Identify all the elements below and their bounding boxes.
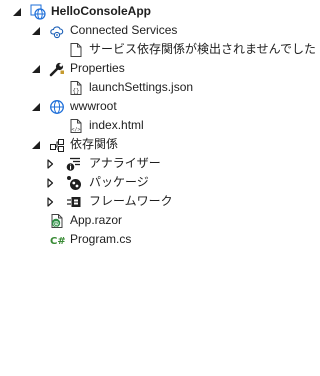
tree-item-properties[interactable]: Properties [0, 59, 303, 78]
svg-text:i: i [69, 165, 71, 172]
json-file-icon: {} [70, 81, 82, 95]
analyzer-icon: i [66, 157, 80, 172]
tree-item-dependencies[interactable]: 依存関係 [0, 135, 303, 154]
packages-label: パッケージ [89, 175, 149, 189]
properties-label: Properties [70, 61, 125, 75]
index-html-label: index.html [89, 118, 144, 132]
connected-services-icon [50, 26, 64, 39]
analyzers-label: アナライザー [89, 156, 161, 170]
tree-item-analyzers[interactable]: i アナライザー [0, 154, 303, 173]
chevron-collapsed-icon[interactable] [45, 197, 55, 207]
document-icon [70, 43, 82, 57]
frameworks-label: フレームワーク [89, 194, 173, 208]
svg-text:@: @ [53, 220, 59, 227]
tree-item-app-razor[interactable]: @ App.razor [0, 211, 303, 230]
package-icon [67, 176, 81, 190]
csharp-file-icon: C# [50, 236, 65, 247]
tree-item-project[interactable]: HelloConsoleApp [0, 2, 303, 21]
tree-item-program-cs[interactable]: C# Program.cs [0, 230, 303, 249]
chevron-expanded-icon[interactable] [31, 140, 41, 150]
no-service-dependencies-label: サービス依存関係が検出されませんでした [89, 42, 317, 56]
project-globe-icon [30, 4, 46, 20]
chevron-collapsed-icon[interactable] [45, 159, 55, 169]
dependencies-icon [50, 139, 64, 152]
tree-item-index-html[interactable]: </> index.html [0, 116, 303, 135]
tree-item-frameworks[interactable]: フレームワーク [0, 192, 303, 211]
razor-file-icon: @ [51, 214, 63, 228]
wrench-icon [49, 62, 64, 77]
svg-text:</>: </> [71, 127, 80, 133]
dependencies-label: 依存関係 [70, 137, 119, 151]
app-razor-label: App.razor [70, 213, 123, 227]
svg-text:C#: C# [50, 236, 65, 247]
chevron-expanded-icon[interactable] [12, 7, 22, 17]
chevron-collapsed-icon[interactable] [45, 178, 55, 188]
tree-item-wwwroot[interactable]: wwwroot [0, 97, 303, 116]
chevron-expanded-icon[interactable] [31, 26, 41, 36]
tree-item-launch-settings[interactable]: {} launchSettings.json [0, 78, 303, 97]
project-label: HelloConsoleApp [51, 4, 152, 18]
program-cs-label: Program.cs [70, 232, 132, 246]
framework-icon [67, 197, 81, 207]
tree-item-connected-services[interactable]: Connected Services [0, 21, 303, 40]
tree-item-no-service-dependencies[interactable]: サービス依存関係が検出されませんでした [0, 40, 316, 59]
html-file-icon: </> [70, 119, 82, 133]
solution-explorer-tree: HelloConsoleApp Connected Services サービス依… [0, 0, 316, 376]
chevron-expanded-icon[interactable] [31, 102, 41, 112]
svg-text:{}: {} [72, 88, 79, 95]
globe-folder-icon [50, 100, 64, 114]
tree-item-packages[interactable]: パッケージ [0, 173, 303, 192]
wwwroot-label: wwwroot [70, 99, 117, 113]
chevron-expanded-icon[interactable] [31, 64, 41, 74]
connected-services-label: Connected Services [70, 23, 178, 37]
launch-settings-label: launchSettings.json [89, 80, 194, 94]
